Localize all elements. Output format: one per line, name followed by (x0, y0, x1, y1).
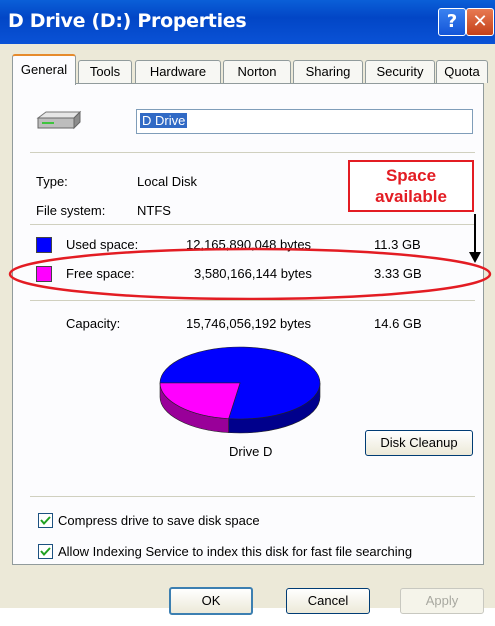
disk-usage-pie-chart (159, 346, 321, 434)
ok-button[interactable]: OK (169, 587, 253, 615)
separator (30, 496, 475, 497)
tab-general[interactable]: General (12, 54, 76, 85)
cancel-button[interactable]: Cancel (286, 588, 370, 614)
properties-window: D Drive (D:) Properties ? ✕ General Tool… (0, 0, 495, 615)
compress-checkbox[interactable] (38, 513, 53, 528)
compress-label[interactable]: Compress drive to save disk space (58, 513, 260, 528)
indexing-checkbox[interactable] (38, 544, 53, 559)
checkmark-icon (40, 516, 51, 526)
disk-cleanup-button[interactable]: Disk Cleanup (365, 430, 473, 456)
checkmark-icon (40, 547, 51, 557)
indexing-label[interactable]: Allow Indexing Service to index this dis… (58, 544, 412, 559)
apply-button[interactable]: Apply (400, 588, 484, 614)
drive-caption: Drive D (229, 444, 273, 459)
